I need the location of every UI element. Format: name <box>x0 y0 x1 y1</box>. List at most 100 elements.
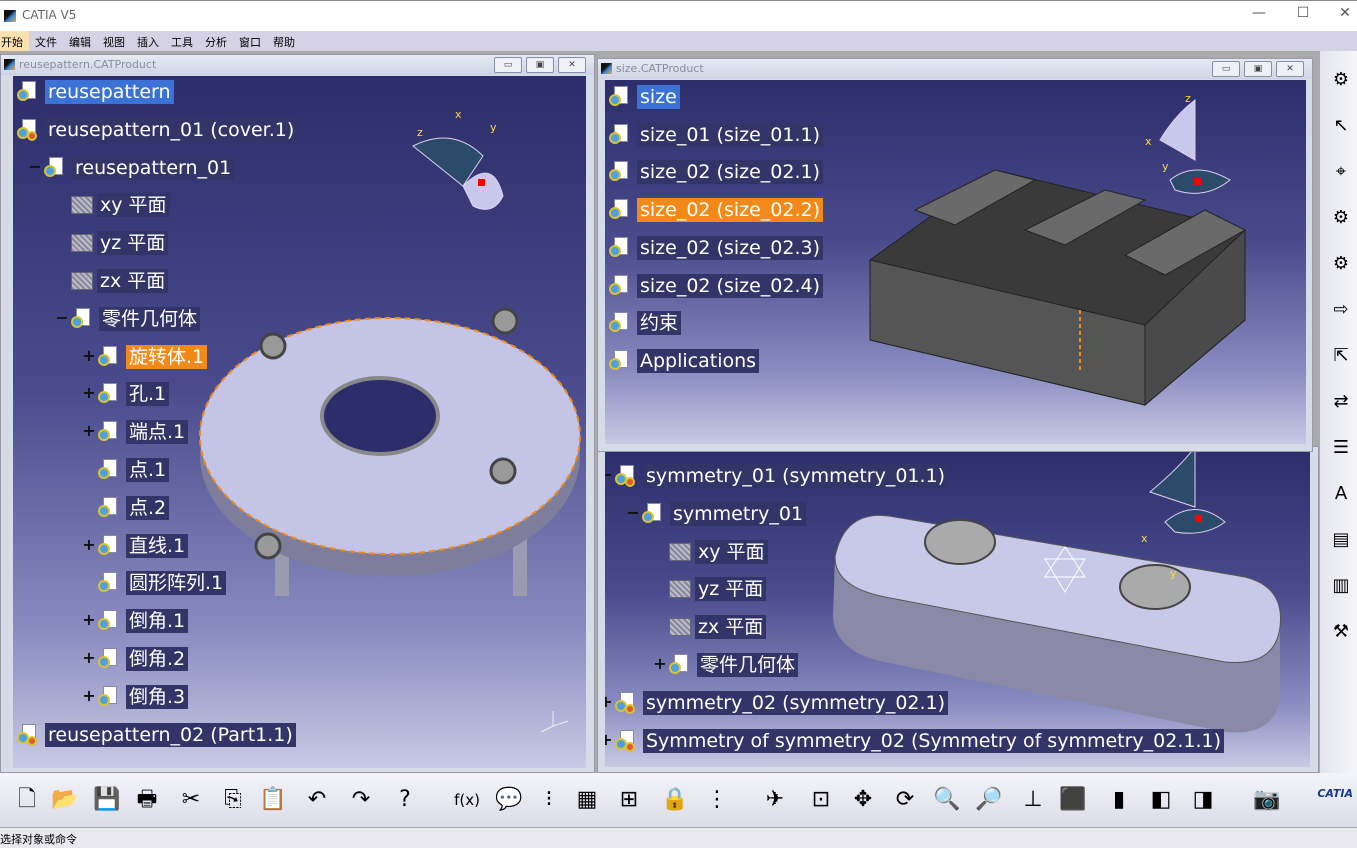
maximize-button[interactable]: ☐ <box>1288 5 1318 21</box>
expand-icon[interactable]: + <box>82 687 96 704</box>
tree-node[interactable]: size_02 (size_02.4) <box>609 273 824 299</box>
collapse-icon[interactable]: − <box>13 120 15 137</box>
expand-icon[interactable]: + <box>82 385 96 401</box>
menu-item[interactable]: 文件 <box>29 31 63 51</box>
symmetry-part-model[interactable] <box>605 447 1310 767</box>
collapse-icon[interactable]: − <box>605 467 613 483</box>
tree-node[interactable]: 倒角.1 <box>98 608 189 634</box>
tree-node[interactable]: 点.1 <box>98 457 170 483</box>
compass-icon[interactable] <box>1148 447 1226 534</box>
tree-node[interactable]: reusepattern_01 <box>44 155 235 181</box>
expand-icon[interactable]: + <box>605 693 613 710</box>
formula-icon[interactable]: f(x) <box>452 785 482 815</box>
tree-node[interactable]: xy 平面 <box>669 539 768 565</box>
lock-icon[interactable]: 🔒 <box>660 785 690 815</box>
expand-icon[interactable]: + <box>605 125 607 142</box>
redo-icon[interactable]: ↷ <box>346 785 376 815</box>
comment-icon[interactable]: 💬 <box>494 785 524 815</box>
assembly-tool-icon[interactable]: ⚙ <box>1328 253 1354 279</box>
tree-node[interactable]: symmetry_01 <box>642 501 807 527</box>
expand-icon[interactable]: + <box>605 201 607 217</box>
hide-show-icon[interactable]: ◧ <box>1146 785 1176 815</box>
fly-icon[interactable]: ✈ <box>760 785 790 815</box>
menu-item[interactable]: 帮助 <box>267 31 301 51</box>
compass-icon[interactable] <box>1159 98 1231 194</box>
assembly-tool-icon[interactable]: ↖ <box>1328 115 1354 141</box>
capture-icon[interactable]: 📷 <box>1252 785 1282 815</box>
assembly-tool-icon[interactable]: A <box>1328 483 1354 509</box>
tree-node[interactable]: symmetry_01 (symmetry_01.1) <box>615 463 949 489</box>
expand-icon[interactable]: + <box>82 423 96 439</box>
expand-icon[interactable]: + <box>653 656 667 672</box>
minimize-button[interactable]: — <box>1244 5 1274 21</box>
tree-node[interactable]: 孔.1 <box>98 381 170 407</box>
tree-node[interactable]: zx 平面 <box>71 268 169 294</box>
expand-icon[interactable]: + <box>82 536 96 553</box>
zoom-in-icon[interactable]: 🔍 <box>932 785 962 815</box>
collapse-icon[interactable]: − <box>28 158 42 175</box>
assembly-tool-icon[interactable]: ⚒ <box>1328 621 1354 647</box>
window-restore-button[interactable]: ▣ <box>526 57 554 73</box>
menu-item[interactable]: 工具 <box>165 31 199 51</box>
tree-node[interactable]: zx 平面 <box>669 614 767 640</box>
assembly-tool-icon[interactable]: ⇱ <box>1328 345 1354 371</box>
print-icon[interactable]: 🖶 <box>132 785 162 815</box>
assembly-tool-icon[interactable]: ⚙ <box>1328 207 1354 233</box>
expand-icon[interactable]: + <box>605 314 607 330</box>
tree-node[interactable]: 倒角.3 <box>98 684 189 710</box>
collapse-icon[interactable]: − <box>626 504 640 521</box>
menu-item[interactable]: 视图 <box>97 31 131 51</box>
tree-node[interactable]: 圆形阵列.1 <box>98 570 227 596</box>
tree-node[interactable]: size_02 (size_02.3) <box>609 235 824 261</box>
undo-icon[interactable]: ↶ <box>302 785 332 815</box>
window-close-button[interactable]: ✕ <box>1276 61 1304 77</box>
assembly-tool-icon[interactable]: ⇄ <box>1328 391 1354 417</box>
3d-viewport[interactable]: z xy size + size_01 (size_01.1) + size_02 (si… <box>605 80 1306 444</box>
tree-node[interactable]: size <box>609 84 680 110</box>
whats-this-icon[interactable]: ? <box>390 785 420 815</box>
expand-icon[interactable]: + <box>605 276 607 293</box>
expand-icon[interactable]: + <box>13 725 15 742</box>
fit-all-icon[interactable]: ⊡ <box>806 785 836 815</box>
tree-node[interactable]: reusepattern <box>17 79 174 105</box>
catalog-icon[interactable]: ⋮ <box>702 785 732 815</box>
3d-viewport[interactable]: − symmetry_01 (symmetry_01.1) − symmetry_01… <box>605 447 1310 767</box>
tree-node[interactable]: Applications <box>609 348 760 374</box>
menu-item[interactable]: 开始 <box>0 31 29 51</box>
swap-space-icon[interactable]: ◨ <box>1188 785 1218 815</box>
pan-icon[interactable]: ✥ <box>848 785 878 815</box>
window-title-bar[interactable]: size.CATProduct ▭ ▣ ✕ <box>598 59 1312 79</box>
save-icon[interactable]: 💾 <box>92 785 122 815</box>
tree-node[interactable]: reusepattern_01 (cover.1) <box>17 117 298 143</box>
graph-tree-icon[interactable]: ⊞ <box>614 785 644 815</box>
tree-node[interactable]: yz 平面 <box>669 576 767 602</box>
expand-icon[interactable]: + <box>82 612 96 628</box>
menu-item[interactable]: 分析 <box>199 31 233 51</box>
tree-node[interactable]: 直线.1 <box>98 533 189 559</box>
tree-node[interactable]: 零件几何体 <box>669 652 799 678</box>
normal-view-icon[interactable]: ⊥ <box>1018 785 1048 815</box>
tree-node[interactable]: 端点.1 <box>98 419 189 445</box>
tree-node[interactable]: yz 平面 <box>71 230 169 256</box>
window-restore-button[interactable]: ▣ <box>1244 61 1272 77</box>
assembly-tool-icon[interactable]: ▤ <box>1328 529 1354 555</box>
tree-node[interactable]: reusepattern_02 (Part1.1) <box>17 722 296 748</box>
iso-view-icon[interactable]: ⬛ <box>1058 785 1088 815</box>
close-button[interactable]: ✕ <box>1330 5 1357 21</box>
tree-node[interactable]: Symmetry of symmetry_02 (Symmetry of sym… <box>615 728 1225 754</box>
tree-node[interactable]: 零件几何体 <box>71 306 201 332</box>
collapse-icon[interactable]: − <box>55 309 69 326</box>
compass-icon[interactable] <box>412 137 504 210</box>
3d-viewport[interactable]: zxy reusepattern−reusepattern_01 (cover.… <box>13 76 586 768</box>
window-title-bar[interactable]: reusepattern.CATProduct ▭ ▣ ✕ <box>1 55 594 75</box>
menu-item[interactable]: 窗口 <box>233 31 267 51</box>
expand-icon[interactable]: + <box>82 650 96 666</box>
tree-node[interactable]: size_02 (size_02.1) <box>609 159 824 185</box>
menu-item[interactable]: 编辑 <box>63 31 97 51</box>
table-icon[interactable]: ▦ <box>572 785 602 815</box>
window-minimize-button[interactable]: ▭ <box>1212 61 1240 77</box>
zoom-out-icon[interactable]: 🔎 <box>974 785 1004 815</box>
tree-node[interactable]: size_01 (size_01.1) <box>609 122 824 148</box>
cut-icon[interactable]: ✂ <box>176 785 206 815</box>
open-icon[interactable]: 📂 <box>50 785 80 815</box>
